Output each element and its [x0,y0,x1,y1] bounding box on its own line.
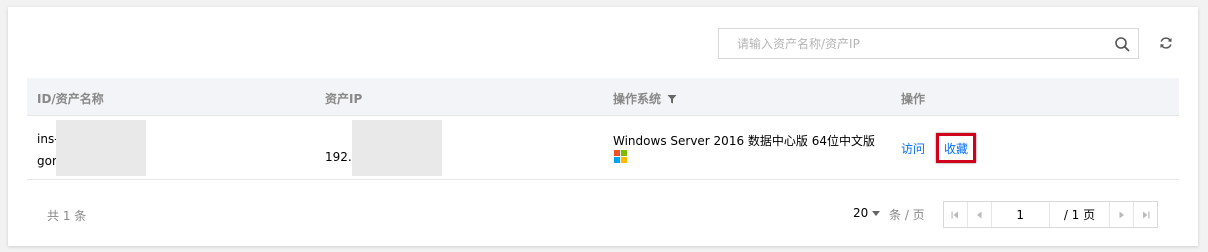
os-name: Windows Server 2016 数据中心版 64位中文版 [613,134,875,148]
last-page-icon[interactable] [1133,202,1157,227]
search-box [718,28,1139,59]
refresh-icon[interactable] [1156,33,1176,53]
column-header-os: 操作系统 [613,90,677,107]
next-page-icon[interactable] [1109,202,1133,227]
visit-link[interactable]: 访问 [901,140,925,157]
pager: / 1 页 [943,201,1158,228]
total-count: 共 1 条 [47,209,87,223]
total-pages: / 1 页 [1063,208,1096,222]
first-page-icon[interactable] [944,202,968,227]
table-header: ID/资产名称 资产IP 操作系统 操作 [27,78,1179,116]
page-size-value: 20 [853,206,869,220]
pagination-footer: 共 1 条 20 条 / 页 / 1 页 [27,180,1179,246]
per-page-label: 条 / 页 [889,208,925,222]
column-header-ip: 资产IP [325,92,363,106]
search-input[interactable] [719,29,1106,58]
windows-logo-icon [614,150,627,163]
column-header-actions: 操作 [901,92,926,106]
search-icon[interactable] [1106,29,1138,58]
page-size-select[interactable]: 20 [853,206,881,220]
chevron-down-icon [872,210,881,216]
filter-icon[interactable] [667,94,677,104]
column-header-os-label: 操作系统 [613,92,662,106]
redaction-mask [352,120,442,176]
prev-page-icon[interactable] [968,202,992,227]
asset-panel: ID/资产名称 资产IP 操作系统 操作 ins- gon 192.1 Wind… [8,7,1198,246]
column-header-id: ID/资产名称 [37,92,104,106]
redaction-mask [56,120,146,176]
page-number-input[interactable] [991,202,1050,227]
favorite-link[interactable]: 收藏 [944,140,968,157]
favorite-highlight: 收藏 [936,133,976,163]
table-row: ins- gon 192.1 Windows Server 2016 数据中心版… [27,116,1179,180]
